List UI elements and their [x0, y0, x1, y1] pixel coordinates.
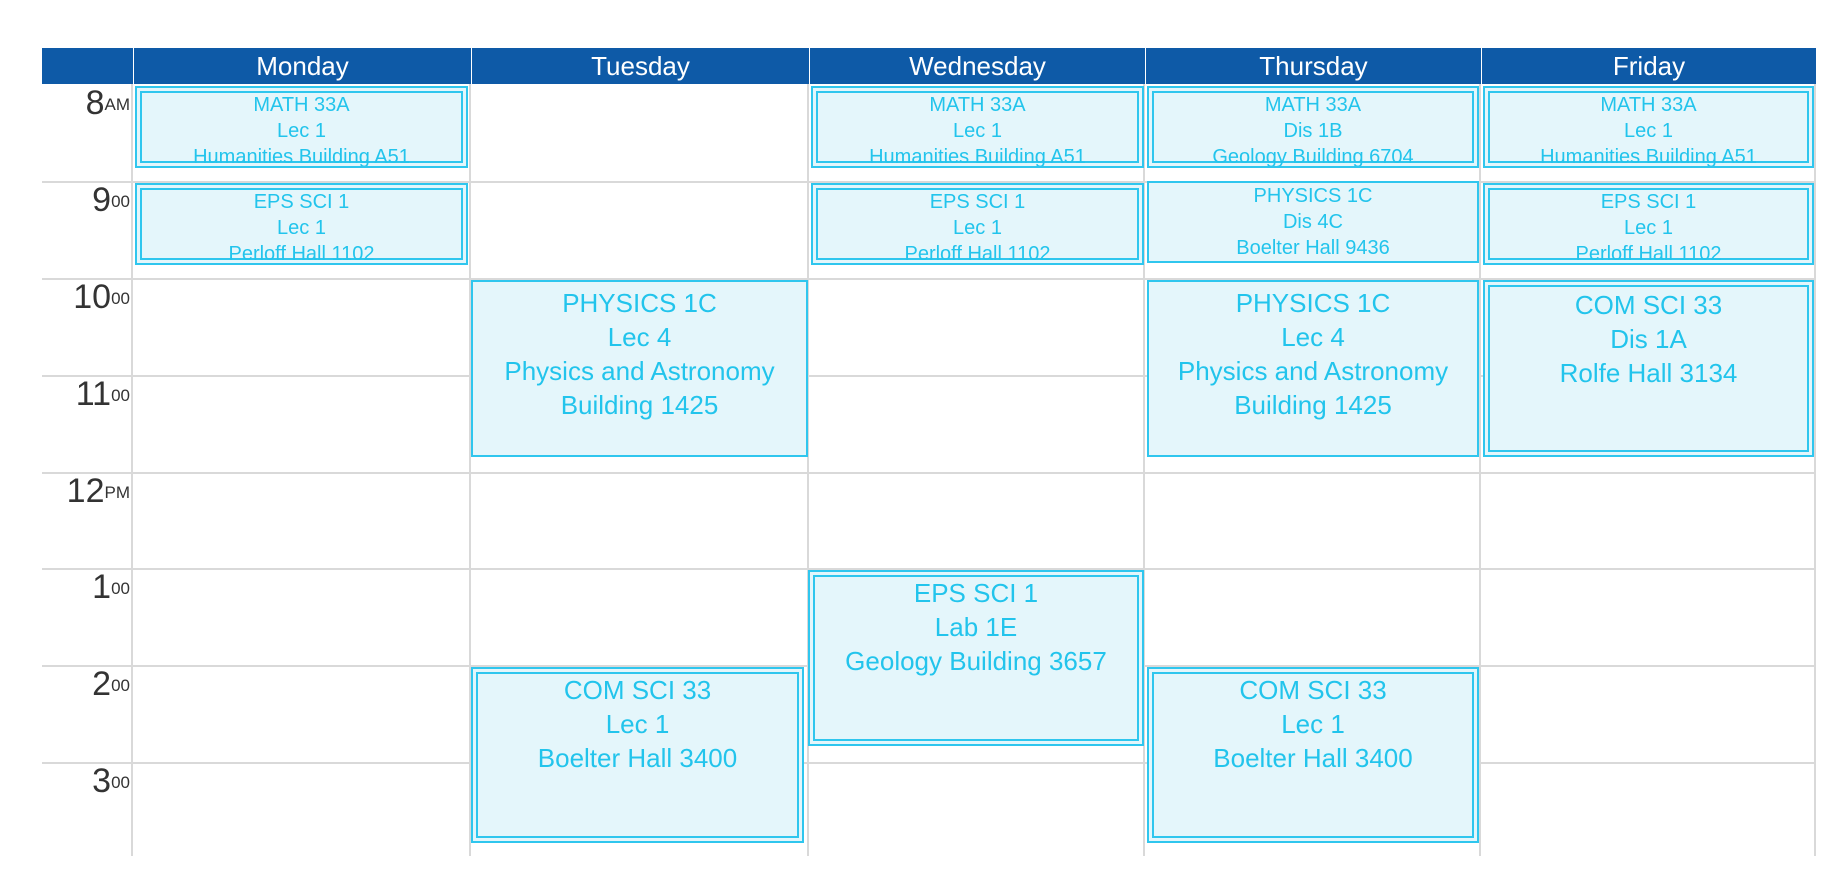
event-section: Lec 1 — [277, 120, 326, 142]
event-wednesday-math33a[interactable]: MATH 33A Lec 1 Humanities Building A51 — [811, 86, 1144, 168]
event-location: Humanities Building A51 — [1540, 146, 1757, 168]
time-label-11: 1100 — [75, 375, 130, 413]
event-location: Boelter Hall 9436 — [1236, 237, 1390, 259]
event-section: Dis 1A — [1610, 324, 1687, 354]
event-location: Humanities Building A51 — [193, 146, 410, 168]
event-thursday-comsci33[interactable]: COM SCI 33 Lec 1 Boelter Hall 3400 — [1147, 667, 1479, 843]
event-location: Perloff Hall 1102 — [228, 243, 375, 265]
event-course: PHYSICS 1C — [1253, 185, 1373, 207]
event-wednesday-epssci1-lab[interactable]: EPS SCI 1 Lab 1E Geology Building 3657 — [808, 570, 1144, 746]
time-label-10: 1000 — [73, 278, 130, 316]
event-course: COM SCI 33 — [1574, 290, 1723, 320]
event-course: MATH 33A — [929, 94, 1026, 116]
event-section: Dis 1B — [1283, 120, 1343, 142]
event-section: Lab 1E — [934, 612, 1018, 642]
event-wednesday-epssci1[interactable]: EPS SCI 1 Lec 1 Perloff Hall 1102 — [811, 183, 1144, 265]
event-section: Lec 4 — [1281, 322, 1345, 352]
event-thursday-math33a[interactable]: MATH 33A Dis 1B Geology Building 6704 — [1147, 86, 1479, 168]
event-location: Perloff Hall 1102 — [904, 243, 1051, 265]
grid-col-divider — [1814, 84, 1816, 856]
event-course: EPS SCI 1 — [913, 578, 1039, 608]
event-monday-epssci1[interactable]: EPS SCI 1 Lec 1 Perloff Hall 1102 — [135, 183, 468, 265]
event-tuesday-comsci33[interactable]: COM SCI 33 Lec 1 Boelter Hall 3400 — [471, 667, 804, 843]
event-friday-comsci33[interactable]: COM SCI 33 Dis 1A Rolfe Hall 3134 — [1483, 280, 1814, 457]
event-course: EPS SCI 1 — [929, 191, 1026, 213]
event-section: Lec 1 — [953, 120, 1002, 142]
event-thursday-physics1c-dis[interactable]: PHYSICS 1C Dis 4C Boelter Hall 9436 — [1147, 181, 1479, 263]
event-location: Boelter Hall 3400 — [1213, 743, 1413, 773]
grid-col-divider — [1479, 84, 1481, 856]
event-monday-math33a[interactable]: MATH 33A Lec 1 Humanities Building A51 — [135, 86, 468, 168]
event-course: PHYSICS 1C — [1235, 288, 1391, 318]
event-location: Physics and Astronomy Building 1425 — [504, 356, 775, 420]
event-section: Dis 4C — [1282, 211, 1343, 233]
event-thursday-physics1c[interactable]: PHYSICS 1C Lec 4 Physics and Astronomy B… — [1147, 280, 1479, 457]
event-course: EPS SCI 1 — [1600, 191, 1697, 213]
weekly-calendar: Monday Tuesday Wednesday Thursday Friday… — [0, 0, 1836, 894]
time-label-9: 900 — [92, 181, 130, 219]
day-header-thursday: Thursday — [1145, 48, 1481, 84]
event-section: Lec 1 — [953, 217, 1002, 239]
time-label-12pm: 12PM — [66, 472, 130, 510]
event-course: PHYSICS 1C — [562, 288, 717, 318]
time-label-8am: 8AM — [85, 84, 130, 122]
event-course: MATH 33A — [253, 94, 350, 116]
event-location: Physics and Astronomy Building 1425 — [1177, 356, 1449, 420]
event-location: Geology Building 3657 — [845, 646, 1107, 676]
event-location: Humanities Building A51 — [869, 146, 1086, 168]
time-label-3: 300 — [92, 762, 130, 800]
time-label-2: 200 — [92, 665, 130, 703]
event-course: COM SCI 33 — [563, 675, 712, 705]
event-course: EPS SCI 1 — [253, 191, 350, 213]
time-label-1: 100 — [92, 568, 130, 606]
event-section: Lec 1 — [277, 217, 326, 239]
event-course: MATH 33A — [1600, 94, 1697, 116]
event-section: Lec 1 — [1624, 120, 1673, 142]
event-section: Lec 1 — [1624, 217, 1673, 239]
event-tuesday-physics1c[interactable]: PHYSICS 1C Lec 4 Physics and Astronomy B… — [471, 280, 808, 457]
grid-col-divider — [131, 84, 133, 856]
grid-line-3 — [42, 762, 1816, 764]
event-section: Lec 1 — [605, 709, 670, 739]
day-header-monday: Monday — [133, 48, 471, 84]
grid-line-12 — [42, 472, 1816, 474]
event-location: Rolfe Hall 3134 — [1559, 358, 1738, 388]
event-friday-math33a[interactable]: MATH 33A Lec 1 Humanities Building A51 — [1483, 86, 1814, 168]
event-friday-epssci1[interactable]: EPS SCI 1 Lec 1 Perloff Hall 1102 — [1483, 183, 1814, 265]
event-course: MATH 33A — [1264, 94, 1362, 116]
day-header-wednesday: Wednesday — [809, 48, 1145, 84]
event-course: COM SCI 33 — [1239, 675, 1387, 705]
day-header-tuesday: Tuesday — [471, 48, 809, 84]
event-location: Geology Building 6704 — [1212, 146, 1414, 168]
day-header-friday: Friday — [1481, 48, 1816, 84]
event-location: Boelter Hall 3400 — [537, 743, 738, 773]
event-section: Lec 4 — [607, 322, 672, 352]
event-section: Lec 1 — [1281, 709, 1345, 739]
event-location: Perloff Hall 1102 — [1575, 243, 1722, 265]
